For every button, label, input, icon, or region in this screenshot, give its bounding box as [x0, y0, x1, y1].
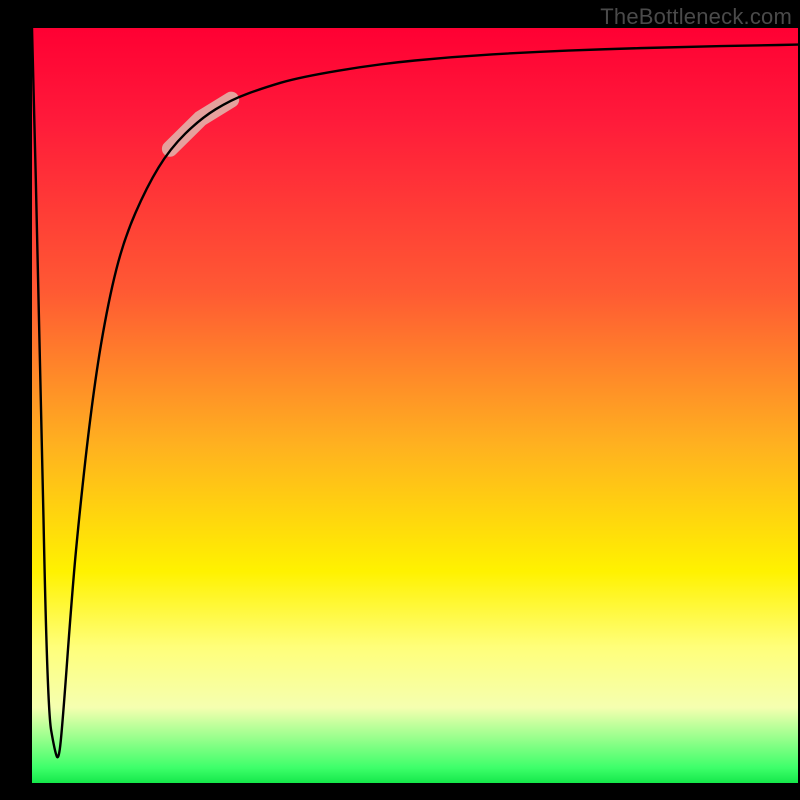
curve-svg — [32, 28, 798, 783]
chart-frame: TheBottleneck.com — [0, 0, 800, 800]
watermark-text: TheBottleneck.com — [600, 4, 792, 30]
curve-line — [32, 28, 798, 757]
plot-area — [32, 28, 798, 783]
